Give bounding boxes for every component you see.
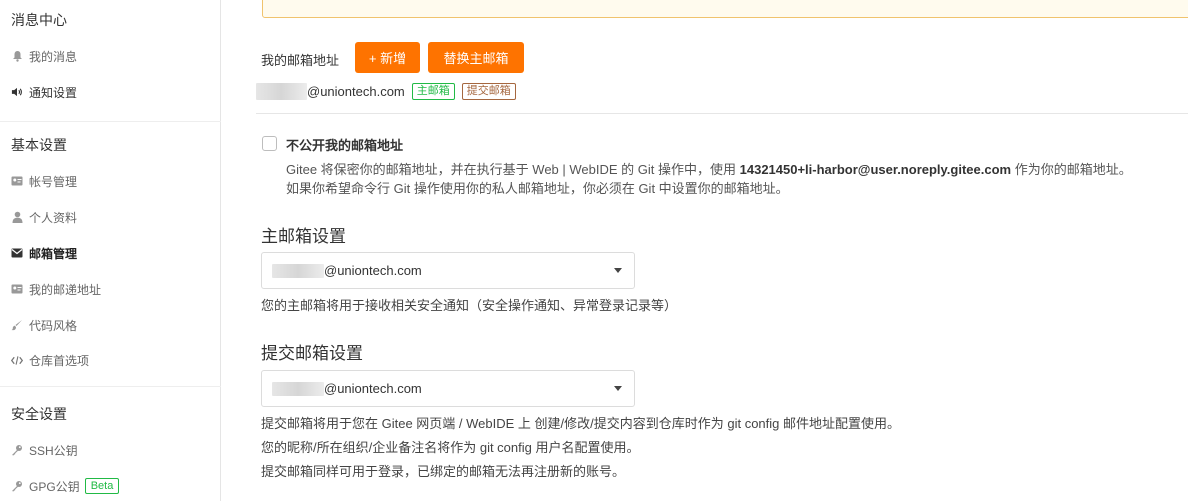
selected-email-text: @uniontech.com: [324, 381, 422, 396]
sidebar-item-email-management[interactable]: 邮箱管理: [11, 243, 77, 263]
desc-text: 作为你的邮箱地址。: [1011, 162, 1132, 177]
sidebar-item-code-style[interactable]: 代码风格: [11, 315, 77, 335]
email-address-label: 我的邮箱地址: [261, 53, 340, 68]
sidebar-section-basic-settings: 基本设置: [11, 137, 67, 153]
sidebar-item-profile[interactable]: 个人资料: [11, 207, 77, 227]
sidebar-item-my-messages[interactable]: 我的消息: [11, 46, 77, 66]
commit-email-settings-title: 提交邮箱设置: [261, 344, 363, 363]
email-address-text: @uniontech.com: [307, 84, 405, 99]
sidebar-divider: [0, 386, 221, 387]
sidebar-section-message-center: 消息中心: [11, 12, 67, 28]
add-email-button[interactable]: + 新增: [355, 42, 420, 73]
chevron-down-icon: [614, 386, 622, 391]
commit-email-help-line3: 提交邮箱同样可用于登录，已绑定的邮箱无法再注册新的账号。: [261, 464, 626, 479]
hide-email-description-line1: Gitee 将保密你的邮箱地址，并在执行基于 Web | WebIDE 的 Gi…: [286, 159, 1132, 178]
sidebar-item-label: 仓库首选项: [29, 353, 90, 368]
section-divider: [256, 113, 1188, 114]
desc-text: Gitee 将保密你的邮箱地址，并在执行基于 Web | WebIDE 的 Gi…: [286, 162, 740, 177]
commit-email-select[interactable]: @uniontech.com: [261, 370, 635, 407]
primary-email-settings-title: 主邮箱设置: [261, 227, 346, 246]
sidebar-item-notification-settings[interactable]: 通知设置: [11, 82, 77, 102]
key-icon: [11, 444, 23, 456]
redacted-email-prefix: [272, 263, 324, 278]
code-icon: [11, 354, 23, 366]
primary-email-tag: 主邮箱: [411, 83, 455, 100]
selected-email-text: @uniontech.com: [324, 263, 422, 278]
sidebar-item-label: SSH公钥: [29, 443, 78, 458]
key-icon: [11, 480, 23, 492]
sidebar-item-label: 帐号管理: [29, 174, 78, 189]
redacted-email-prefix: [272, 381, 324, 396]
hide-email-checkbox[interactable]: [262, 136, 277, 151]
sidebar-section-security-settings: 安全设置: [11, 406, 67, 422]
id-card-icon: [11, 175, 23, 187]
chevron-down-icon: [614, 268, 622, 273]
sidebar-divider: [0, 121, 221, 122]
user-icon: [11, 211, 23, 223]
address-card-icon: [11, 283, 23, 295]
sidebar-item-label: 邮箱管理: [29, 246, 78, 261]
volume-icon: [11, 86, 23, 98]
sidebar-item-label: 个人资料: [29, 210, 78, 225]
bell-icon: [11, 50, 23, 62]
notice-banner: [262, 0, 1188, 18]
sidebar-item-ssh-keys[interactable]: SSH公钥: [11, 440, 78, 460]
beta-badge: Beta: [84, 478, 120, 494]
commit-email-tag: 提交邮箱: [461, 83, 516, 100]
sidebar-item-label: 通知设置: [29, 85, 78, 100]
email-entry: @uniontech.com 主邮箱 提交邮箱: [256, 83, 516, 100]
sidebar-item-repo-preferences[interactable]: 仓库首选项: [11, 350, 89, 370]
sidebar-item-gpg-keys[interactable]: GPG公钥 Beta: [11, 476, 120, 496]
hide-email-checkbox-label[interactable]: 不公开我的邮箱地址: [286, 135, 403, 154]
sidebar-item-label: 我的消息: [29, 49, 78, 64]
brush-icon: [11, 319, 23, 331]
primary-email-help: 您的主邮箱将用于接收相关安全通知（安全操作通知、异常登录记录等）: [261, 298, 678, 313]
commit-email-help-line1: 提交邮箱将用于您在 Gitee 网页端 / WebIDE 上 创建/修改/提交内…: [261, 416, 900, 431]
envelope-icon: [11, 247, 23, 259]
redacted-email-prefix: [256, 83, 307, 100]
sidebar-item-account[interactable]: 帐号管理: [11, 171, 77, 191]
sidebar-item-label: 我的邮递地址: [29, 282, 102, 297]
sidebar: 消息中心 我的消息 通知设置 基本设置 帐号管理 个人资料 邮箱管理 我的邮递地…: [0, 0, 221, 501]
hide-email-description-line2: 如果你希望命令行 Git 操作使用你的私人邮箱地址，你必须在 Git 中设置你的…: [286, 181, 789, 196]
sidebar-item-label: GPG公钥: [29, 479, 80, 494]
sidebar-item-label: 代码风格: [29, 318, 78, 333]
primary-email-select[interactable]: @uniontech.com: [261, 252, 635, 289]
sidebar-item-mailing-address[interactable]: 我的邮递地址: [11, 279, 101, 299]
commit-email-help-line2: 您的昵称/所在组织/企业备注名将作为 git config 用户名配置使用。: [261, 440, 640, 455]
noreply-email: 14321450+li-harbor@user.noreply.gitee.co…: [739, 162, 1012, 177]
replace-primary-email-button[interactable]: 替换主邮箱: [428, 42, 524, 73]
